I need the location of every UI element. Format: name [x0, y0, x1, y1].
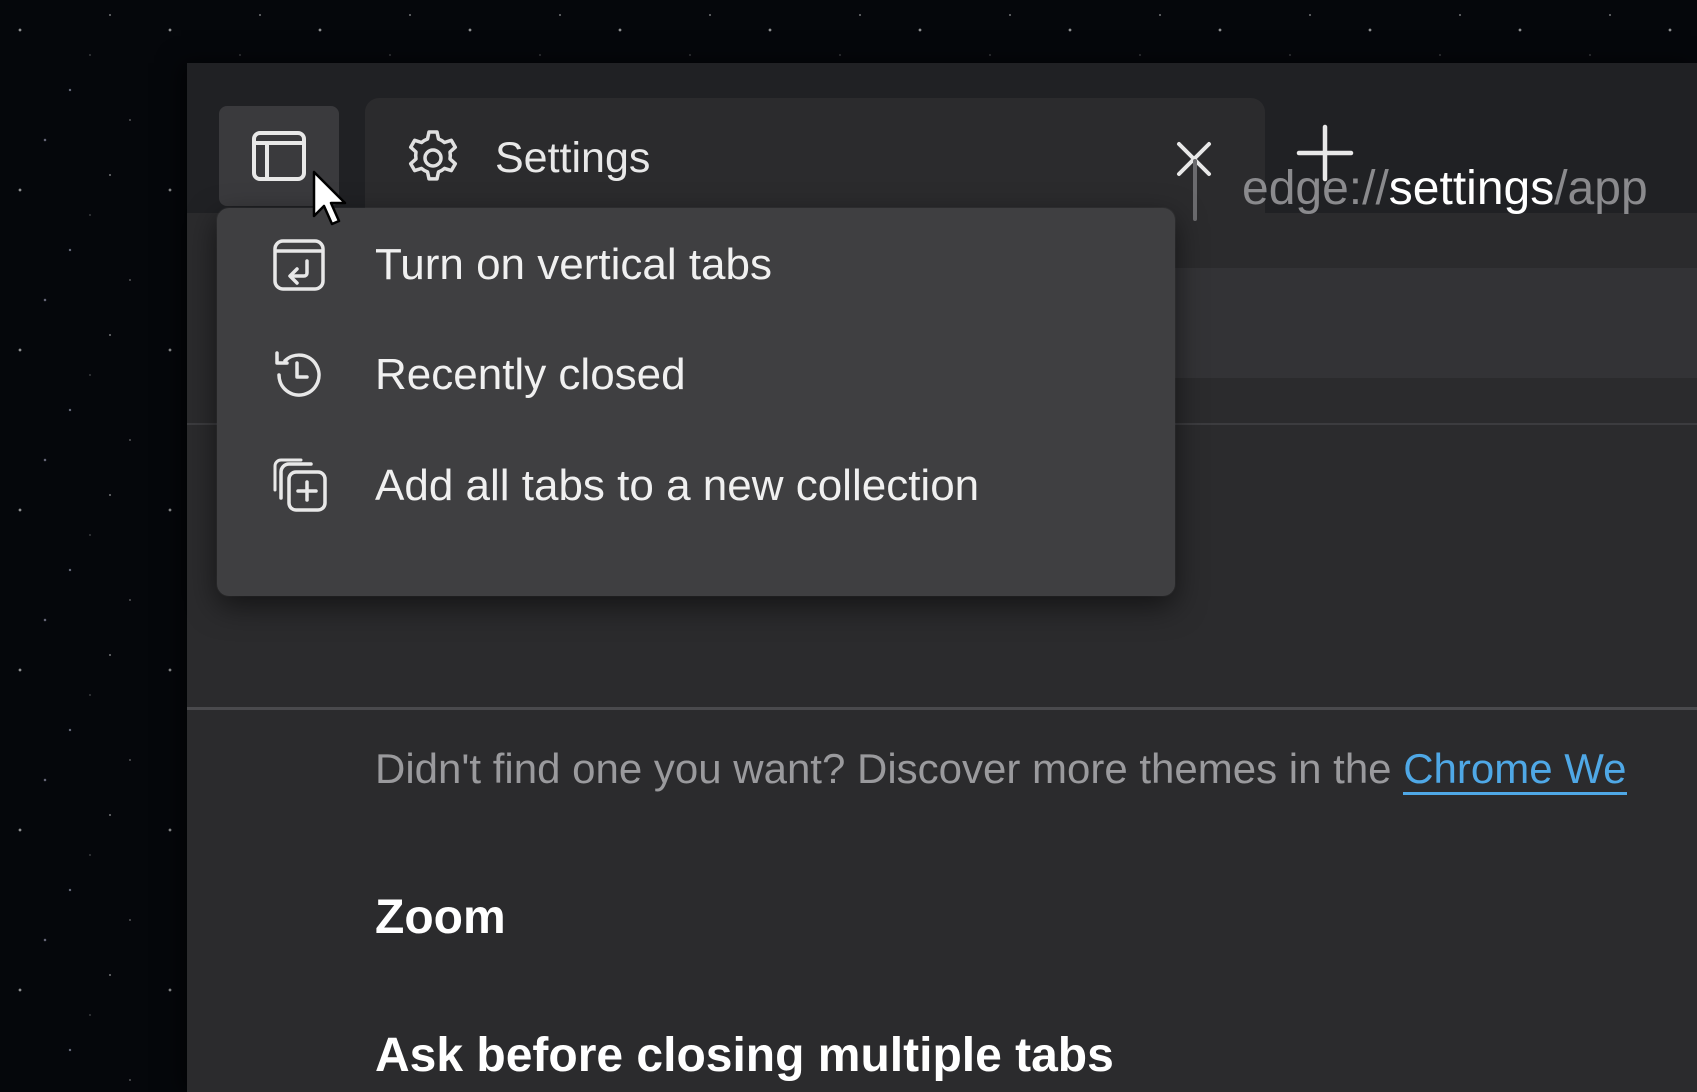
- mouse-cursor-icon: [312, 170, 347, 226]
- add-collection-icon: [273, 458, 327, 512]
- address-separator: [1193, 159, 1197, 221]
- url-host: settings: [1388, 162, 1555, 215]
- address-bar[interactable]: [1087, 268, 1697, 378]
- tab-title: Settings: [495, 134, 651, 182]
- menu-item-add-collection[interactable]: Add all tabs to a new collection: [217, 429, 1175, 539]
- url-prefix: edge://: [1242, 162, 1389, 215]
- gear-icon: [408, 130, 458, 181]
- discover-text: Didn't find one you want? Discover more …: [375, 745, 1404, 792]
- history-icon: [275, 351, 321, 397]
- ask-before-closing-heading: Ask before closing multiple tabs: [375, 1029, 1114, 1082]
- menu-item-recently-closed[interactable]: Recently closed: [217, 318, 1175, 428]
- tab-actions-menu: Turn on vertical tabs Recently closed Ad…: [217, 208, 1175, 596]
- chrome-web-store-link[interactable]: Chrome We: [1403, 745, 1627, 795]
- vertical-tabs-icon: [273, 239, 325, 291]
- zoom-heading: Zoom: [375, 891, 506, 944]
- menu-item-vertical-tabs[interactable]: Turn on vertical tabs: [217, 208, 1175, 318]
- menu-item-label: Add all tabs to a new collection: [375, 461, 980, 510]
- tab-settings[interactable]: Settings: [365, 98, 1265, 213]
- tab-actions-icon: [252, 131, 306, 181]
- menu-item-label: Recently closed: [375, 350, 686, 399]
- url-path: /app: [1554, 162, 1648, 215]
- address-url[interactable]: edge://settings/app: [1242, 149, 1648, 229]
- menu-item-label: Turn on vertical tabs: [375, 240, 772, 289]
- section-divider: [187, 707, 1697, 710]
- discover-themes-text: Didn't find one you want? Discover more …: [375, 745, 1627, 795]
